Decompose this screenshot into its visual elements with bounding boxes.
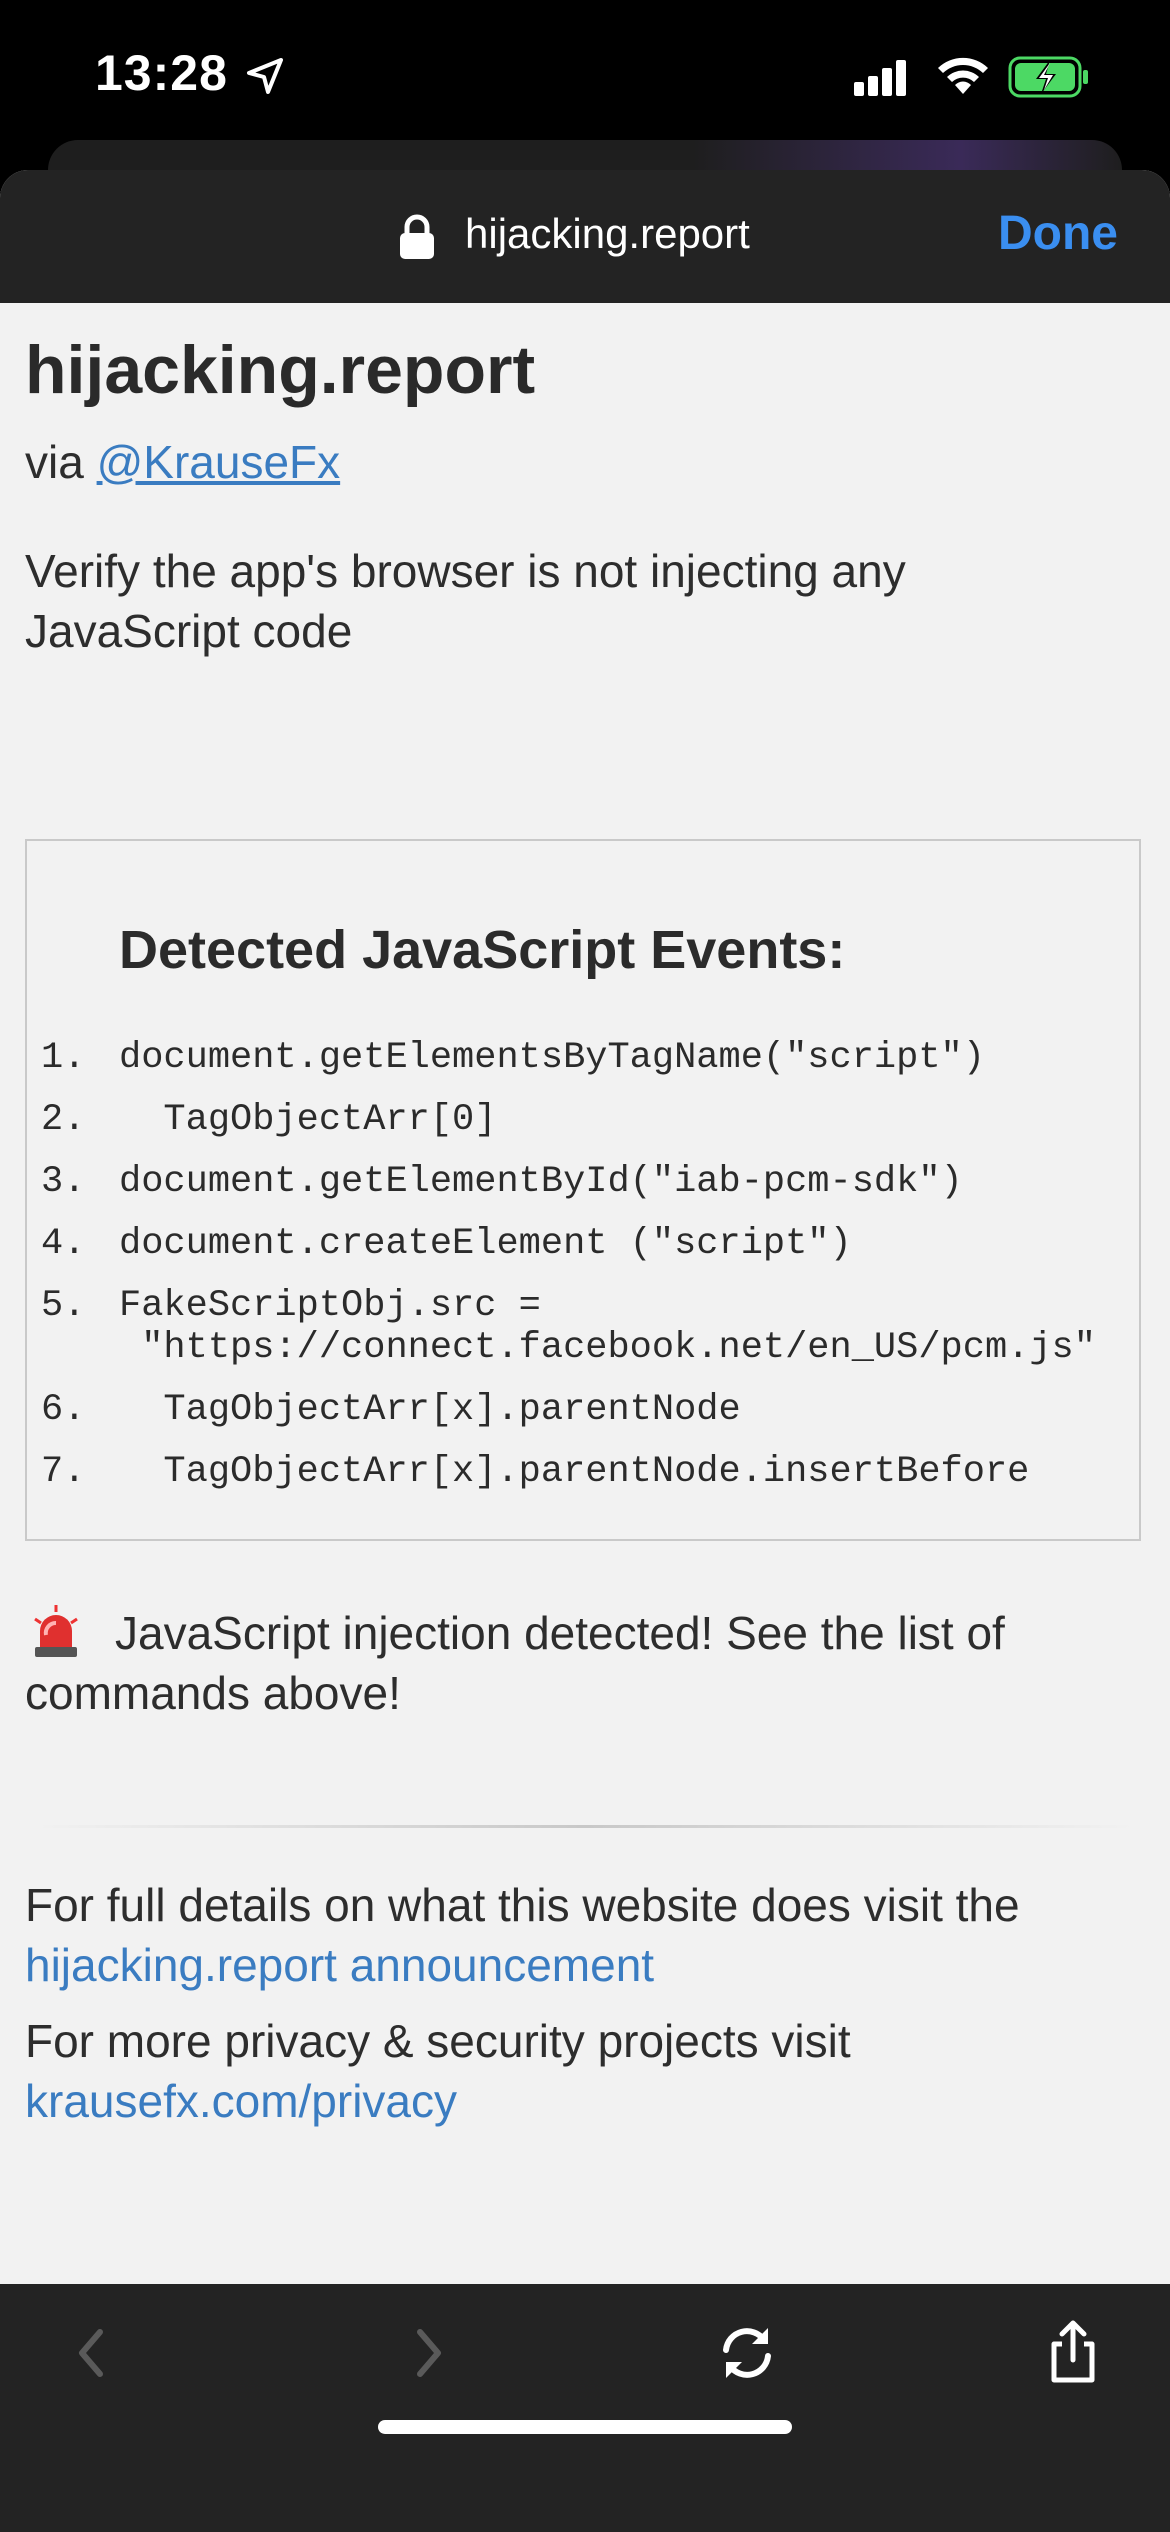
events-list: 1. document.getElementsByTagName("script"…: [27, 1037, 1096, 1513]
list-item: 2. TagObjectArr[0]: [27, 1099, 1096, 1141]
wifi-icon: [938, 57, 988, 94]
footer-privacy: For more privacy & security projects vis…: [25, 2011, 1135, 2131]
announcement-link[interactable]: hijacking.report announcement: [25, 1939, 654, 1991]
status-time: 13:28: [95, 45, 228, 101]
list-item-code: document.getElementsByTagName("script"): [119, 1037, 985, 1079]
list-item-number: 7.: [41, 1451, 86, 1493]
status-bar: 13:28: [0, 0, 1170, 150]
list-item: 5. FakeScriptObj.src = "https://connect.f…: [27, 1285, 1096, 1369]
phone-screen: 13:28 hijacking.report Done hijacking.re…: [0, 0, 1170, 2532]
list-item: 4. document.createElement ("script"): [27, 1223, 1096, 1265]
events-title: Detected JavaScript Events:: [119, 920, 846, 980]
list-item: 6. TagObjectArr[x].parentNode: [27, 1389, 1096, 1431]
lock-icon: [400, 214, 434, 259]
in-app-browser-sheet: hijacking.report Done hijacking.report v…: [0, 170, 1170, 2532]
privacy-link[interactable]: krausefx.com/privacy: [25, 2075, 457, 2127]
list-item-number: 6.: [41, 1389, 86, 1431]
author-link[interactable]: @KrauseFx: [97, 436, 341, 488]
list-item-number: 4.: [41, 1223, 86, 1265]
home-indicator[interactable]: [378, 2420, 792, 2434]
browser-toolbar: [0, 2284, 1170, 2532]
siren-icon: [34, 1605, 78, 1657]
footer-details: For full details on what this website do…: [25, 1875, 1135, 1995]
forward-chevron-icon[interactable]: [390, 2318, 460, 2388]
list-item-number: 1.: [41, 1037, 86, 1079]
footer-privacy-text: For more privacy & security projects vis…: [25, 2015, 851, 2067]
list-item-code: TagObjectArr[x].parentNode.insertBefore: [119, 1451, 1030, 1493]
list-item-code: FakeScriptObj.src = "https://connect.fac…: [119, 1285, 1096, 1369]
done-button[interactable]: Done: [998, 206, 1118, 261]
list-item-number: 2.: [41, 1099, 86, 1141]
intro-text: Verify the app's browser is not injectin…: [25, 545, 906, 657]
list-item-code: document.createElement ("script"): [119, 1223, 852, 1265]
alert-text: JavaScript injection detected! See the l…: [25, 1607, 1005, 1719]
injection-alert: JavaScript injection detected! See the l…: [25, 1603, 1135, 1723]
list-item-code: document.getElementById("iab-pcm-sdk"): [119, 1161, 963, 1203]
via-prefix: via: [25, 436, 84, 488]
events-panel: Detected JavaScript Events: 1. document.g…: [25, 839, 1141, 1541]
battery-charging-icon: [1008, 56, 1088, 98]
cellular-signal-icon: [854, 60, 906, 96]
list-item-code: TagObjectArr[x].parentNode: [119, 1389, 741, 1431]
back-chevron-icon[interactable]: [60, 2318, 130, 2388]
list-item: 1. document.getElementsByTagName("script"…: [27, 1037, 1096, 1079]
location-arrow-icon: [247, 58, 283, 94]
list-item-number: 3.: [41, 1161, 86, 1203]
footer-details-text: For full details on what this website do…: [25, 1879, 1020, 1931]
share-icon[interactable]: [1038, 2318, 1108, 2388]
reload-icon[interactable]: [712, 2318, 782, 2388]
via-line: via @KrauseFx: [25, 435, 340, 489]
list-item: 3. document.getElementById("iab-pcm-sdk"): [27, 1161, 1096, 1203]
url-display[interactable]: hijacking.report: [465, 210, 750, 258]
divider: [35, 1825, 1135, 1828]
list-item-number: 5.: [41, 1285, 86, 1327]
list-item: 7. TagObjectArr[x].parentNode.insertBefo…: [27, 1451, 1096, 1493]
browser-header: hijacking.report Done: [0, 170, 1170, 303]
page-title: hijacking.report: [25, 332, 536, 408]
list-item-code: TagObjectArr[0]: [119, 1099, 497, 1141]
